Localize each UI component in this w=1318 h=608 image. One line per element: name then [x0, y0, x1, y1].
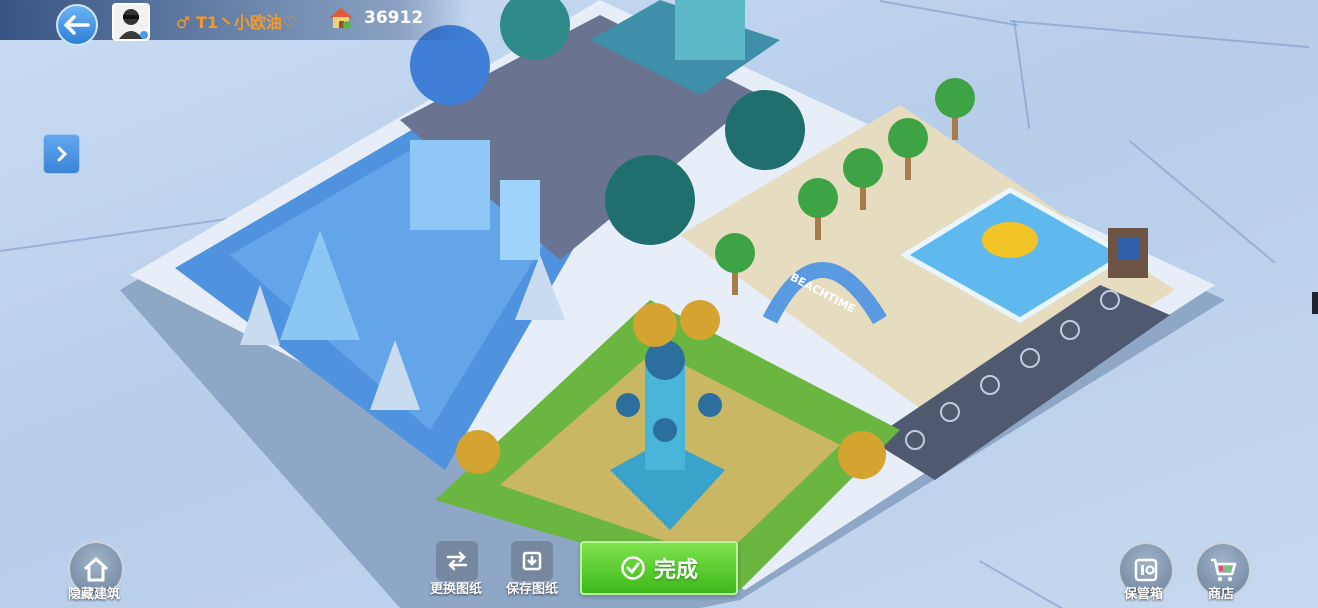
currency-value: 36912 — [364, 8, 424, 28]
hide-buildings-label: 隐藏建筑 — [68, 587, 121, 602]
side-panel-toggle[interactable] — [43, 134, 80, 174]
duck-float — [982, 222, 1038, 258]
chevron-right-icon — [57, 146, 67, 162]
change-blueprint-button[interactable] — [436, 541, 478, 581]
ice-tower — [500, 180, 540, 260]
golden-bush — [456, 430, 500, 474]
player-name: ♂ T1丶小欧油♡ — [176, 13, 297, 32]
palm-tree — [935, 78, 975, 140]
golden-bush — [680, 300, 720, 340]
save-blueprint-label: 保存图纸 — [506, 582, 559, 597]
island-board: BEACHTIME — [120, 0, 1225, 608]
cart-icon — [1211, 558, 1237, 582]
temple-front — [675, 0, 745, 60]
game-scene: BEACHTIME ♂ T1丶小欧油♡ 36912 隐藏建筑 更换图纸 保存图纸… — [0, 0, 1318, 608]
teal-tree — [725, 90, 805, 170]
save-blueprint-button[interactable] — [511, 541, 553, 581]
back-button[interactable] — [56, 4, 98, 46]
palace-dome — [653, 418, 677, 442]
check-circle-icon — [621, 556, 645, 580]
change-blueprint-label: 更换图纸 — [430, 582, 483, 597]
done-button[interactable]: 完成 — [580, 541, 738, 595]
parking-sign — [1118, 238, 1140, 260]
storage-label: 保管箱 — [1124, 587, 1164, 602]
palace-dome — [698, 393, 722, 417]
screen-edge-marker — [1312, 292, 1318, 314]
house-icon — [83, 557, 109, 582]
done-label: 完成 — [653, 558, 698, 583]
golden-bush — [838, 431, 886, 479]
golden-bush — [633, 303, 677, 347]
home-currency-icon — [329, 8, 353, 29]
swap-icon — [446, 551, 468, 571]
ice-castle — [410, 140, 490, 230]
back-arrow-icon — [64, 15, 90, 35]
teal-tree — [605, 155, 695, 245]
player-avatar[interactable] — [112, 3, 150, 41]
palace-dome — [616, 393, 640, 417]
avatar-icon — [119, 9, 148, 39]
shop-label: 商店 — [1208, 587, 1235, 602]
save-icon — [522, 551, 542, 571]
safe-box-icon — [1134, 558, 1158, 582]
